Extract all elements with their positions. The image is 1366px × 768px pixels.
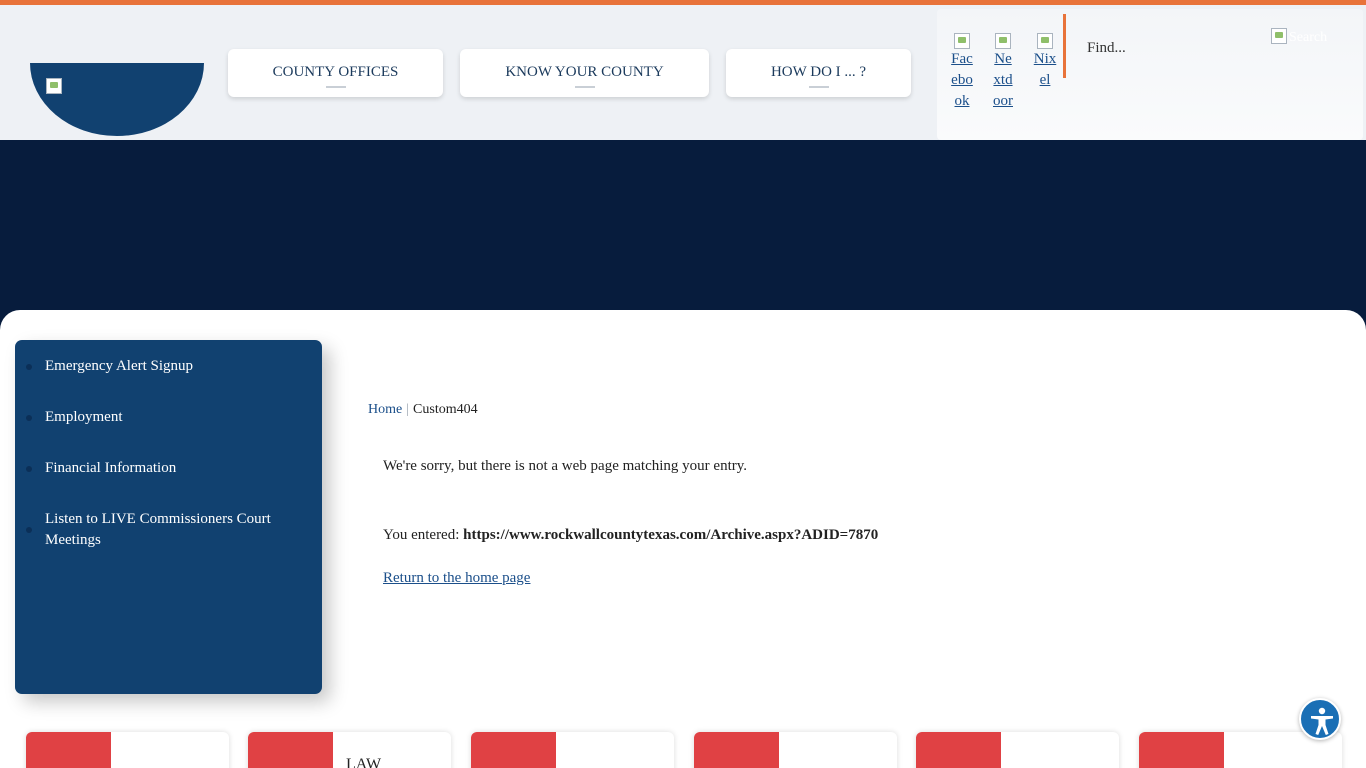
quick-card[interactable] bbox=[471, 732, 674, 768]
accessibility-button[interactable] bbox=[1299, 698, 1341, 740]
search-input[interactable] bbox=[1087, 37, 1267, 59]
bullet-icon bbox=[26, 527, 32, 533]
utility-divider bbox=[1063, 14, 1066, 78]
sidebar-item-label: Listen to LIVE Commissioners Court Meeti… bbox=[45, 511, 271, 548]
facebook-link[interactable]: Facebook bbox=[950, 49, 974, 112]
social-nextdoor[interactable]: Nextdoor bbox=[991, 33, 1015, 112]
nixle-icon bbox=[1037, 33, 1053, 49]
card-red-panel bbox=[1139, 732, 1224, 768]
quick-card[interactable] bbox=[694, 732, 897, 768]
card-label: LAW bbox=[346, 756, 382, 768]
not-found-message: We're sorry, but there is not a web page… bbox=[383, 458, 748, 474]
nav-how-do-i[interactable]: HOW DO I ... ? bbox=[726, 49, 911, 97]
bullet-icon bbox=[26, 363, 32, 370]
nav-county-offices[interactable]: COUNTY OFFICES bbox=[228, 49, 443, 97]
breadcrumb: Home | Custom404 bbox=[368, 402, 478, 418]
card-red-panel bbox=[916, 732, 1001, 768]
bullet-icon bbox=[26, 465, 32, 472]
breadcrumb-separator: | bbox=[406, 402, 410, 417]
quick-card[interactable] bbox=[26, 732, 229, 768]
card-red-panel bbox=[26, 732, 111, 768]
quick-links-sidebar: Emergency Alert Signup Employment Financ… bbox=[15, 340, 322, 694]
nixel-link[interactable]: Nixel bbox=[1033, 49, 1057, 91]
sidebar-item-label: Financial Information bbox=[45, 460, 177, 476]
search-button[interactable]: Search bbox=[1271, 28, 1343, 50]
logo-image-icon bbox=[46, 78, 62, 94]
sidebar-item-label: Emergency Alert Signup bbox=[45, 358, 194, 374]
card-red-panel bbox=[471, 732, 556, 768]
sidebar-item-label: Employment bbox=[45, 409, 123, 425]
entered-url-line: You entered: https://www.rockwallcountyt… bbox=[383, 527, 878, 544]
facebook-icon bbox=[954, 33, 970, 49]
breadcrumb-home-link[interactable]: Home bbox=[368, 402, 402, 417]
social-nixel[interactable]: Nixel bbox=[1033, 33, 1057, 91]
entered-url-label: You entered: bbox=[383, 527, 460, 543]
card-red-panel bbox=[248, 732, 333, 768]
sidebar-item-financial-information[interactable]: Financial Information bbox=[15, 458, 322, 479]
card-red-panel bbox=[694, 732, 779, 768]
search-icon bbox=[1271, 28, 1287, 44]
nav-know-your-county[interactable]: KNOW YOUR COUNTY bbox=[460, 49, 709, 97]
quick-card[interactable]: LAW bbox=[248, 732, 451, 768]
entered-url-value: https://www.rockwallcountytexas.com/Arch… bbox=[463, 527, 879, 543]
nextdoor-icon bbox=[995, 33, 1011, 49]
accessibility-icon bbox=[1311, 707, 1333, 735]
social-facebook[interactable]: Facebook bbox=[950, 33, 974, 112]
sidebar-item-emergency-alert[interactable]: Emergency Alert Signup bbox=[15, 356, 322, 377]
nextdoor-link[interactable]: Nextdoor bbox=[991, 49, 1015, 112]
breadcrumb-current: Custom404 bbox=[413, 402, 478, 417]
bullet-icon bbox=[26, 414, 32, 421]
search-button-alt-text: Search bbox=[1289, 30, 1328, 45]
quick-card[interactable] bbox=[916, 732, 1119, 768]
return-home-link[interactable]: Return to the home page bbox=[383, 570, 530, 587]
sidebar-item-commissioners-court[interactable]: Listen to LIVE Commissioners Court Meeti… bbox=[15, 509, 322, 551]
utility-panel: Facebook Nextdoor Nixel Search bbox=[937, 9, 1363, 140]
sidebar-item-employment[interactable]: Employment bbox=[15, 407, 322, 428]
